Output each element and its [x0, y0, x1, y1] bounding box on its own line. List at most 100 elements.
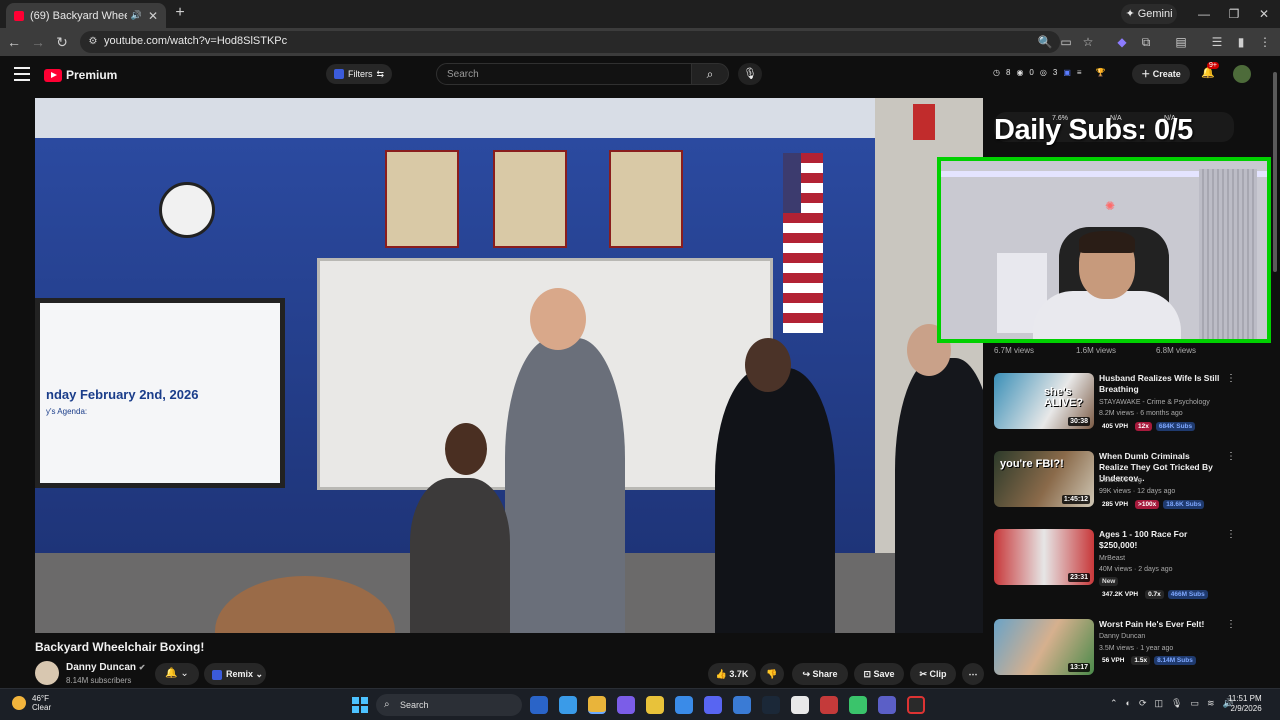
extensions-puzzle-icon[interactable]: ⧉	[1138, 34, 1154, 50]
more-options-icon[interactable]: ⋮	[1226, 373, 1236, 384]
video-thumbnail[interactable]: you're FBI?! 1:45:12	[994, 451, 1094, 507]
zoom-icon[interactable]: 🔍	[1037, 34, 1053, 50]
taskbar-search[interactable]: ⌕ Search	[376, 694, 522, 716]
restore-button[interactable]: ❐	[1225, 5, 1243, 23]
more-options-icon[interactable]: ⋮	[1226, 451, 1236, 462]
recommended-video[interactable]: you're FBI?! 1:45:12 When Dumb Criminals…	[994, 451, 1244, 517]
trophy-icon[interactable]: 🏆	[1096, 68, 1106, 77]
channel-name[interactable]: MrBeast	[1099, 555, 1125, 562]
cast-icon[interactable]: ▭	[1058, 34, 1074, 50]
subs-tag: 684K Subs	[1155, 422, 1196, 431]
voice-search-button[interactable]: 🎙	[738, 63, 762, 85]
clip-button[interactable]: ✂ Clip	[910, 663, 956, 685]
network-icon[interactable]: ◫	[1155, 698, 1164, 709]
menu-kebab-icon[interactable]: ⋮	[1257, 34, 1273, 50]
remix-button[interactable]: Remix ⌄	[204, 663, 266, 685]
channel-name[interactable]: Detective Leg	[1099, 477, 1142, 484]
more-actions-button[interactable]: ⋯	[962, 663, 984, 685]
tray-app-icon[interactable]: ◐	[1126, 698, 1131, 709]
tray-sync-icon[interactable]: ⟳	[1139, 698, 1147, 709]
app-icon-4[interactable]	[849, 696, 867, 714]
photos-icon[interactable]	[733, 696, 751, 714]
extension-icon[interactable]: ◆	[1114, 34, 1130, 50]
start-button[interactable]	[352, 697, 368, 713]
store-icon[interactable]	[791, 696, 809, 714]
app-icon-3[interactable]	[820, 696, 838, 714]
video-meta: 3.5M views · 1 year ago	[1099, 645, 1174, 652]
channel-avatar[interactable]	[35, 661, 59, 685]
like-button[interactable]: 👍 3.7K	[708, 663, 756, 685]
account-avatar[interactable]	[1233, 65, 1251, 83]
video-thumbnail[interactable]: 23:31	[994, 529, 1094, 585]
filters-button[interactable]: Filters ⇆	[326, 64, 393, 84]
hamburger-menu-icon[interactable]	[14, 67, 30, 81]
youtube-logo[interactable]: Premium	[44, 68, 117, 82]
more-options-icon[interactable]: ⋮	[1226, 619, 1236, 630]
reload-button[interactable]: ↻	[53, 33, 71, 51]
subscribed-bell-button[interactable]: 🔔 ⌄	[155, 663, 199, 685]
video-title[interactable]: Ages 1 - 100 Race For $250,000!	[1099, 529, 1221, 551]
badge-icon[interactable]: ▣	[1063, 68, 1071, 77]
page-scrollbar[interactable]	[1272, 62, 1278, 682]
create-button[interactable]: ＋ Create	[1132, 64, 1190, 84]
recommended-video[interactable]: 13:17 Worst Pain He's Ever Felt! Danny D…	[994, 619, 1244, 685]
app-icon-2[interactable]	[617, 696, 635, 714]
app-icon-5[interactable]	[907, 696, 925, 714]
new-tab-button[interactable]: +	[170, 4, 190, 24]
notepad-icon[interactable]	[675, 696, 693, 714]
profile-icon[interactable]: ▮	[1233, 34, 1249, 50]
gemini-button[interactable]: ✦ Gemini	[1121, 4, 1177, 24]
save-button[interactable]: ⊡ Save	[854, 663, 904, 685]
dislike-button[interactable]: 👎	[760, 663, 784, 685]
chrome-icon[interactable]	[588, 696, 606, 714]
audio-icon[interactable]: 🔊	[131, 10, 142, 21]
forward-button[interactable]: →	[29, 33, 47, 51]
recommended-video[interactable]: 23:31 Ages 1 - 100 Race For $250,000! Mr…	[994, 529, 1244, 599]
minimize-button[interactable]: —	[1195, 5, 1213, 23]
side-panel-icon[interactable]: ▤	[1173, 34, 1189, 50]
weather-widget[interactable]: 46°F Clear	[12, 694, 51, 712]
search-button[interactable]: ⌕	[691, 63, 729, 85]
video-title[interactable]: Husband Realizes Wife Is Still Breathing	[1099, 373, 1221, 395]
date: 2/9/2026	[1230, 704, 1262, 713]
wall-clock	[159, 182, 215, 238]
recommended-video[interactable]: she's ALIVE? 30:38 Husband Realizes Wife…	[994, 373, 1244, 439]
notifications-button[interactable]: 🔔 9+	[1199, 62, 1219, 82]
taskbar-clock[interactable]: 11:51 PM 2/9/2026	[1228, 694, 1262, 714]
video-thumbnail[interactable]: she's ALIVE? 30:38	[994, 373, 1094, 429]
site-info-icon[interactable]: ⚙	[86, 35, 100, 49]
list-icon[interactable]: ≡	[1077, 68, 1082, 77]
video-thumbnail[interactable]: 13:17	[994, 619, 1094, 675]
close-tab-icon[interactable]: ✕	[148, 9, 158, 23]
back-button[interactable]: ←	[5, 33, 23, 51]
wifi-icon[interactable]: ≋	[1207, 698, 1215, 709]
search-input[interactable]: Search	[436, 63, 692, 85]
channel-name[interactable]: STAYAWAKE - Crime & Psychology	[1099, 399, 1210, 406]
copilot-icon[interactable]	[559, 696, 577, 714]
video-player[interactable]: nday February 2nd, 2026 y's Agenda:	[35, 98, 983, 633]
video-duration: 30:38	[1068, 417, 1090, 426]
more-options-icon[interactable]: ⋮	[1226, 529, 1236, 540]
bookmark-star-icon[interactable]: ☆	[1080, 34, 1096, 50]
channel-name-link[interactable]: Danny Duncan ✔	[66, 662, 146, 673]
steam-icon[interactable]	[762, 696, 780, 714]
file-explorer-icon[interactable]	[646, 696, 664, 714]
display-icon[interactable]: ▭	[1190, 698, 1199, 709]
teams-icon[interactable]	[878, 696, 896, 714]
discord-icon[interactable]	[704, 696, 722, 714]
views-1: 6.7M views	[994, 346, 1035, 355]
video-title[interactable]: Worst Pain He's Ever Felt!	[1099, 619, 1221, 630]
app-icon-1[interactable]	[530, 696, 548, 714]
channel-name[interactable]: Danny Duncan	[1099, 633, 1145, 640]
browser-tab[interactable]: (69) Backyard Wheelchair B 🔊 ✕	[6, 3, 166, 28]
exit-sign	[913, 104, 935, 140]
address-bar[interactable]: ⚙ youtube.com/watch?v=Hod8SlSTKPc	[80, 31, 1060, 53]
mic-icon[interactable]: 🎙	[1171, 698, 1182, 709]
share-button[interactable]: ↪ Share	[792, 663, 848, 685]
multiplier-tag: 1.5x	[1131, 656, 1151, 665]
brand-label: Premium	[66, 68, 118, 82]
scrollbar-thumb[interactable]	[1273, 72, 1277, 272]
tab-search-icon[interactable]: ☰	[1209, 34, 1225, 50]
tray-chevron-icon[interactable]: ⌃	[1110, 698, 1118, 709]
close-window-button[interactable]: ✕	[1255, 5, 1273, 23]
